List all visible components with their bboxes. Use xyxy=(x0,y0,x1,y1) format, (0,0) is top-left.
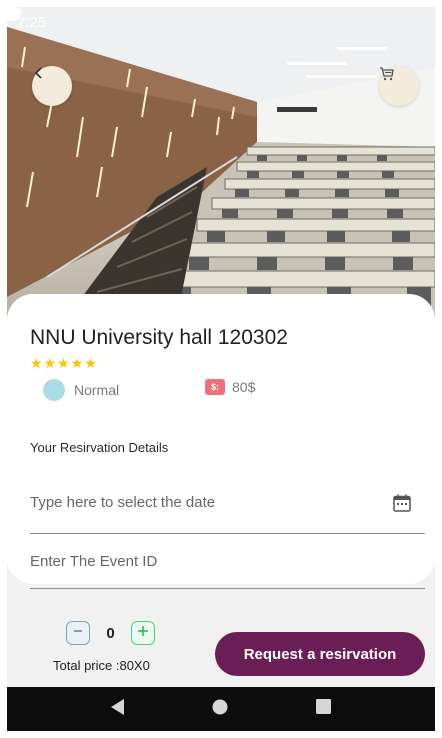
nav-back-icon[interactable] xyxy=(110,698,125,720)
calendar-icon[interactable] xyxy=(392,493,412,518)
venue-type: Normal xyxy=(43,379,119,401)
venue-details-card: NNU University hall 120302 ★ ★ ★ ★ ★ Nor… xyxy=(7,294,435,589)
status-bar: 7:25 xyxy=(7,7,435,37)
date-field[interactable]: Type here to select the date xyxy=(30,483,425,534)
nav-recents-icon[interactable] xyxy=(316,699,332,719)
quantity-stepper: 0 xyxy=(66,621,155,645)
star-icon: ★ xyxy=(70,355,84,371)
star-icon: ★ xyxy=(43,355,57,371)
increase-button[interactable] xyxy=(131,621,155,645)
lecture-hall-illustration xyxy=(7,7,435,317)
app-screen: 7:25 NNU University hall 120302 ★ ★ ★ ★ … xyxy=(7,7,435,731)
star-icon: ★ xyxy=(30,355,43,371)
venue-price: $: 80$ xyxy=(205,379,255,395)
event-id-field[interactable]: Enter The Event ID xyxy=(30,543,425,589)
venue-type-label: Normal xyxy=(74,382,120,398)
total-price: Total price :80X0 xyxy=(53,658,150,673)
nav-home-icon[interactable] xyxy=(212,699,228,720)
date-placeholder: Type here to select the date xyxy=(30,494,216,511)
event-id-placeholder: Enter The Event ID xyxy=(30,553,158,570)
request-reservation-button[interactable]: Request a resirvation xyxy=(215,632,425,676)
minus-icon xyxy=(72,624,84,642)
star-icon: ★ xyxy=(84,355,97,371)
plus-icon xyxy=(137,624,149,642)
venue-title: NNU University hall 120302 xyxy=(30,326,288,349)
type-dot-icon xyxy=(43,379,65,401)
price-badge: $: xyxy=(205,379,225,395)
back-button[interactable] xyxy=(32,66,72,106)
venue-price-value: 80$ xyxy=(232,379,256,395)
hero-image: 7:25 xyxy=(7,7,435,317)
cart-button[interactable] xyxy=(379,66,419,106)
reservation-section-title: Your Resirvation Details xyxy=(30,440,169,455)
navigation-bar xyxy=(7,687,435,731)
rating-stars: ★ ★ ★ ★ ★ xyxy=(30,356,97,370)
star-icon: ★ xyxy=(57,355,70,371)
decrease-button[interactable] xyxy=(66,621,90,645)
device-frame: 7:25 NNU University hall 120302 ★ ★ ★ ★ … xyxy=(0,0,442,738)
quantity-value: 0 xyxy=(106,624,115,642)
